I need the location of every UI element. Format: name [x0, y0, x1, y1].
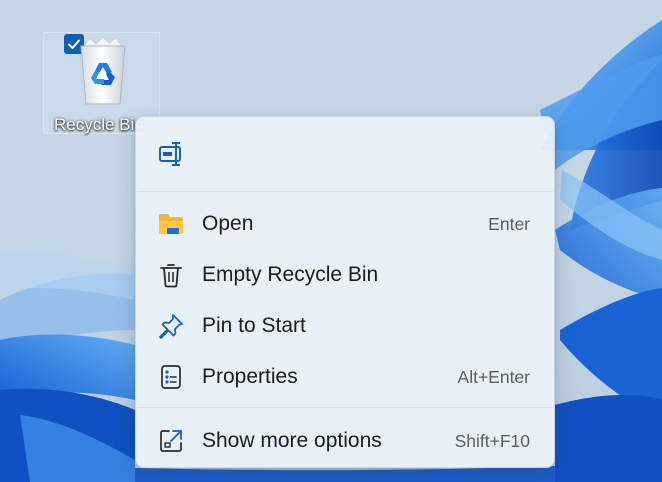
menu-item-label: Pin to Start: [202, 314, 306, 337]
menu-item-shortcut: Enter: [488, 214, 530, 234]
rename-icon: [159, 142, 181, 166]
menu-item-pin-to-start[interactable]: Pin to Start: [142, 303, 548, 347]
divider: [137, 407, 553, 408]
menu-item-shortcut: Shift+F10: [454, 431, 530, 451]
divider: [137, 191, 553, 192]
menu-item-label: Properties: [202, 365, 298, 388]
menu-item-open[interactable]: Open Enter: [142, 201, 548, 245]
menu-item-label: Show more options: [202, 429, 382, 452]
properties-icon: [158, 364, 184, 390]
recycle-bin-icon: [80, 36, 126, 105]
menu-item-empty-recycle-bin[interactable]: Empty Recycle Bin: [142, 252, 548, 296]
pin-icon: [158, 313, 184, 339]
menu-item-shortcut: Alt+Enter: [457, 367, 530, 387]
desktop[interactable]: Recycle Bin Open Enter Empty Recycle Bin…: [0, 0, 662, 482]
rename-button[interactable]: [156, 139, 190, 169]
menu-item-show-more-options[interactable]: Show more options Shift+F10: [142, 418, 548, 462]
folder-icon: [158, 211, 184, 237]
menu-item-properties[interactable]: Properties Alt+Enter: [142, 354, 548, 398]
show-more-options-icon: [158, 428, 184, 454]
context-menu: Open Enter Empty Recycle Bin Pin to Star…: [135, 116, 555, 468]
menu-item-label: Empty Recycle Bin: [202, 263, 379, 286]
quick-actions-bar: [136, 117, 554, 191]
trash-icon: [158, 262, 184, 288]
menu-item-label: Open: [202, 212, 254, 235]
